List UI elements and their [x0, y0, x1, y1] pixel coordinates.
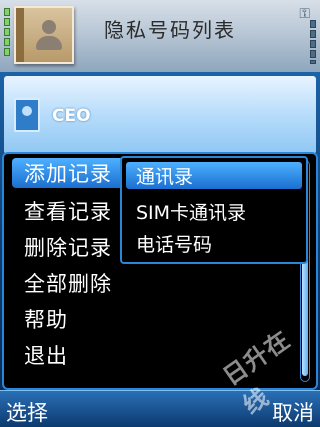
contacts-book-icon — [14, 6, 74, 64]
select-softkey[interactable]: 选择 — [6, 397, 48, 427]
menu-item-view-record[interactable]: 查看记录 — [24, 196, 112, 226]
menu-item-delete-record[interactable]: 删除记录 — [24, 232, 112, 262]
menu-item-delete-all[interactable]: 全部删除 — [24, 268, 112, 298]
title-bar: 隐私号码列表 ⚿ — [0, 0, 320, 73]
list-item-label: CEO — [52, 106, 91, 126]
submenu-item-sim-contacts[interactable]: SIM卡通讯录 — [136, 198, 246, 225]
signal-strength-icon — [4, 8, 10, 64]
contact-card-icon — [14, 98, 40, 132]
menu-item-exit[interactable]: 退出 — [24, 340, 68, 370]
submenu-item-contacts[interactable]: 通讯录 — [126, 162, 302, 189]
key-icon: ⚿ — [299, 6, 310, 22]
menu-item-add-record[interactable]: 添加记录 — [12, 158, 134, 188]
submenu-item-phone-number[interactable]: 电话号码 — [136, 230, 212, 257]
page-title: 隐私号码列表 — [104, 18, 236, 42]
add-record-submenu: 通讯录 SIM卡通讯录 电话号码 — [120, 156, 308, 264]
menu-item-help[interactable]: 帮助 — [24, 304, 68, 334]
battery-icon — [310, 8, 316, 64]
list-item[interactable]: CEO — [4, 76, 316, 154]
